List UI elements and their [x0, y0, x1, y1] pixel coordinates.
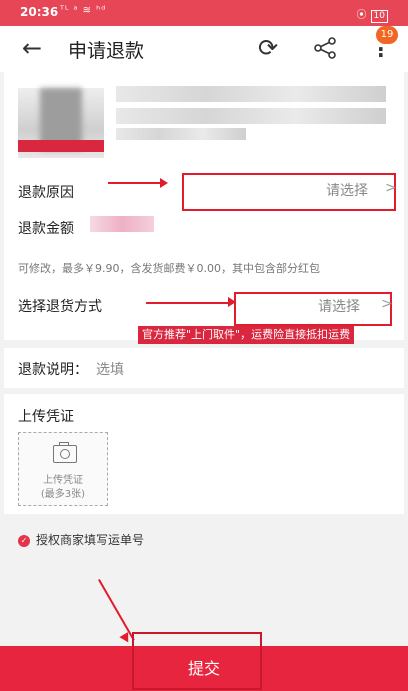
- back-arrow-icon[interactable]: ←: [22, 34, 42, 62]
- annotation-arrow-2: [146, 302, 230, 304]
- authorize-row[interactable]: ✓ 授权商家填写运单号: [18, 531, 144, 548]
- check-circle-icon[interactable]: ✓: [18, 534, 30, 547]
- submit-highlight-box: [132, 632, 262, 690]
- upload-button[interactable]: 上传凭证 (最多3张): [18, 432, 108, 506]
- return-method-select[interactable]: [234, 292, 392, 326]
- authorize-label: 授权商家填写运单号: [36, 533, 145, 547]
- share-icon[interactable]: [312, 36, 338, 60]
- product-card: [4, 72, 404, 160]
- upload-box-limit: (最多3张): [40, 489, 86, 500]
- upload-title: 上传凭证: [18, 409, 74, 425]
- annotation-arrow-3: [98, 579, 135, 641]
- product-title-redacted-2: [116, 108, 386, 124]
- description-label: 退款说明：: [18, 362, 88, 378]
- page-title: 申请退款: [68, 40, 145, 62]
- refund-amount-input[interactable]: [90, 216, 154, 232]
- refresh-icon[interactable]: ⟳: [258, 34, 278, 62]
- nav-bar: ← 申请退款 ⟳: [0, 26, 408, 72]
- product-title-redacted: [116, 86, 386, 102]
- battery-level: 10: [370, 10, 388, 23]
- description-placeholder: 选填: [96, 362, 124, 378]
- refund-amount-label: 退款金额: [18, 221, 74, 237]
- chevron-right-icon: >: [385, 180, 397, 196]
- status-bar: 20:36 ᵀᴸ ᵃ ≋ ʰᵈ ⦿ 10: [0, 0, 408, 26]
- signal-icons: ᵀᴸ ᵃ ≋ ʰᵈ: [60, 5, 107, 16]
- promo-banner: 官方推荐"上门取件"，运费险直接抵扣运费: [138, 326, 355, 344]
- return-method-placeholder: 请选择: [318, 299, 360, 315]
- upload-box-label: 上传凭证: [43, 475, 83, 486]
- return-method-label: 选择退货方式: [18, 299, 102, 315]
- status-time: 20:36: [20, 5, 59, 19]
- refund-reason-placeholder: 请选择: [326, 183, 368, 199]
- more-vertical-icon[interactable]: · ·: [377, 39, 385, 65]
- battery-icon: ⦿ 10: [357, 6, 388, 23]
- product-spec-redacted: [116, 128, 246, 140]
- chevron-right-icon: >: [381, 296, 393, 312]
- annotation-arrowhead-1: [160, 178, 168, 188]
- product-thumbnail: [18, 88, 104, 158]
- refund-description-row[interactable]: 退款说明： 选填: [4, 348, 404, 388]
- product-image-tag: [18, 140, 104, 152]
- camera-icon: [53, 445, 77, 463]
- refund-hint: 可修改，最多￥9.90，含发货邮费￥0.00，其中包含部分红包: [18, 262, 320, 275]
- refund-form: 退款原因 请选择 > 退款金额 可修改，最多￥9.90，含发货邮费￥0.00，其…: [4, 160, 404, 344]
- upload-section: 上传凭证 上传凭证 (最多3张): [4, 394, 404, 514]
- refund-reason-label: 退款原因: [18, 185, 74, 201]
- annotation-arrow-1: [108, 182, 162, 184]
